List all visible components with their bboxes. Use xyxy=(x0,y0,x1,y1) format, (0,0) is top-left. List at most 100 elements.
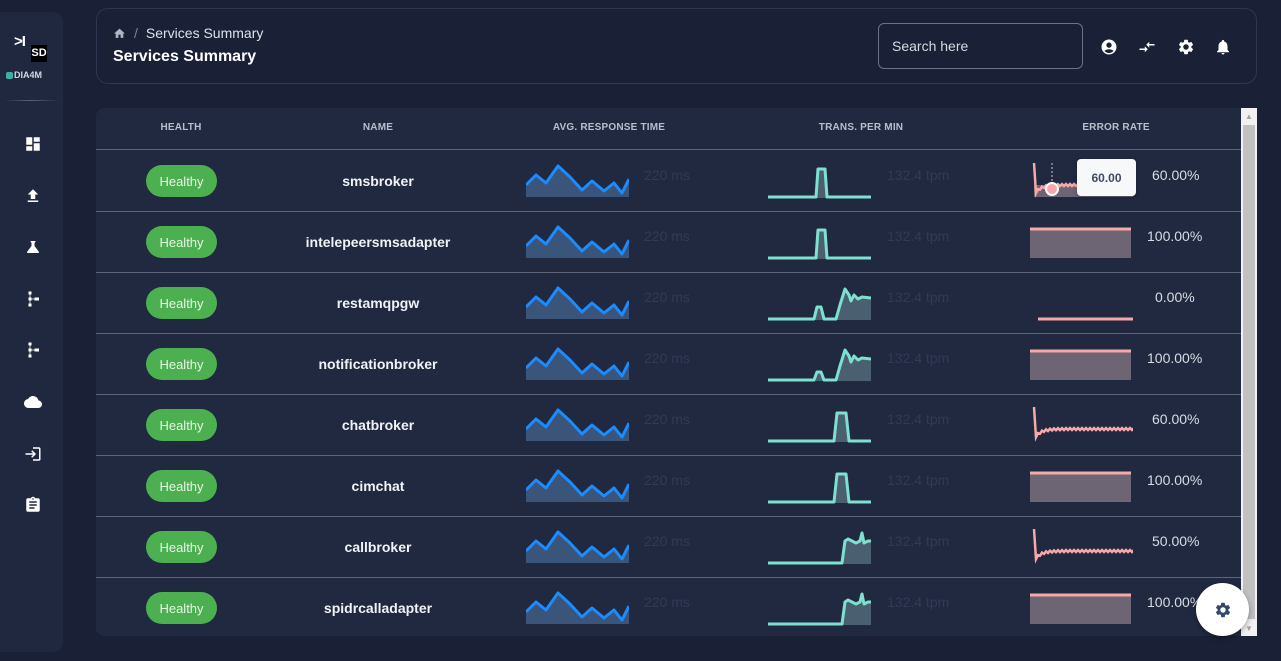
service-name[interactable]: intelepeersmsadapter xyxy=(306,234,451,250)
tpm-value: 132.4 tpm xyxy=(887,289,950,305)
response-time-sparkline xyxy=(526,530,629,563)
logo-mark: >I xyxy=(14,33,26,50)
error-rate-area xyxy=(1030,594,1131,624)
configurator-button[interactable] xyxy=(1196,583,1249,636)
home-icon[interactable] xyxy=(113,27,126,40)
clipboard-icon xyxy=(26,496,40,512)
dashboard-icon xyxy=(26,137,40,151)
column-header-tpm[interactable]: Trans. Per Min xyxy=(819,122,903,133)
scroll-up-arrow-icon[interactable]: ▲ xyxy=(1241,108,1257,124)
service-name[interactable]: notificationbroker xyxy=(318,356,437,372)
response-time-sparkline xyxy=(526,591,629,624)
tpm-line xyxy=(768,411,871,443)
column-header-response-time[interactable]: Avg. Response Time xyxy=(553,122,665,133)
tpm-sparkline xyxy=(768,348,871,382)
error-rate-sparkline xyxy=(1038,317,1133,321)
response-time-value: 220 ms xyxy=(644,289,690,305)
sidebar: >I SD DIA4M xyxy=(0,12,63,652)
login-icon xyxy=(25,447,41,461)
response-time-sparkline xyxy=(526,164,629,197)
table-row[interactable]: Healthy chatbroker 220 ms 132.4 tpm 60.00% xyxy=(96,395,1241,456)
tpm-area xyxy=(768,413,871,442)
response-time-value: 220 ms xyxy=(644,167,690,183)
sidebar-item-topology-1[interactable] xyxy=(19,285,47,313)
health-badge[interactable]: Healthy xyxy=(146,348,217,380)
tpm-sparkline xyxy=(768,228,871,260)
service-name[interactable]: callbroker xyxy=(345,539,412,555)
service-name[interactable]: spidrcalladapter xyxy=(324,600,432,616)
sidebar-item-login[interactable] xyxy=(19,440,47,468)
service-name[interactable]: chatbroker xyxy=(342,417,414,433)
response-time-sparkline xyxy=(526,225,629,258)
settings-button[interactable] xyxy=(1176,37,1196,57)
tpm-value: 132.4 tpm xyxy=(887,472,950,488)
response-time-area xyxy=(526,532,629,563)
logo-sd: SD xyxy=(31,45,47,62)
health-badge[interactable]: Healthy xyxy=(146,531,217,563)
sidebar-item-topology-2[interactable] xyxy=(19,336,47,364)
table-scrollbar[interactable]: ▲ ▼ xyxy=(1241,108,1257,636)
brand-name: DIA4M xyxy=(6,70,42,80)
response-time-value: 220 ms xyxy=(644,350,690,366)
tpm-value: 132.4 tpm xyxy=(887,167,950,183)
hierarchy-icon xyxy=(28,342,39,358)
health-badge[interactable]: Healthy xyxy=(146,470,217,502)
table-row[interactable]: Healthy smsbroker 220 ms 132.4 tpm 60.00% 60.… xyxy=(96,151,1241,212)
response-time-sparkline xyxy=(526,408,629,441)
tpm-area xyxy=(768,230,871,259)
service-name[interactable]: restamqpgw xyxy=(337,295,419,311)
tpm-area xyxy=(768,533,871,564)
health-badge[interactable]: Healthy xyxy=(146,592,217,624)
tpm-sparkline xyxy=(768,472,871,504)
table-row[interactable]: Healthy spidrcalladapter 220 ms 132.4 tpm 10… xyxy=(96,578,1241,636)
breadcrumb: / Services Summary xyxy=(113,25,263,41)
column-header-name[interactable]: Name xyxy=(363,122,393,133)
tpm-area xyxy=(768,474,871,503)
error-rate-line xyxy=(1032,407,1133,442)
health-badge[interactable]: Healthy xyxy=(146,226,217,258)
health-badge[interactable]: Healthy xyxy=(146,409,217,441)
sidebar-item-lab[interactable] xyxy=(19,233,47,261)
sidebar-item-upload[interactable] xyxy=(19,182,47,210)
error-rate-area xyxy=(1030,472,1131,502)
account-icon xyxy=(1101,39,1117,55)
compare-arrows-icon xyxy=(1139,41,1155,53)
service-name[interactable]: smsbroker xyxy=(342,173,414,189)
service-name[interactable]: cimchat xyxy=(352,478,405,494)
table-row[interactable]: Healthy restamqpgw 220 ms 132.4 tpm 0.00% xyxy=(96,273,1241,334)
tpm-sparkline xyxy=(768,411,871,443)
scroll-thumb[interactable] xyxy=(1243,125,1255,619)
table-row[interactable]: Healthy notificationbroker 220 ms 132.4 tpm… xyxy=(96,334,1241,395)
error-rate-sparkline xyxy=(1030,593,1131,624)
account-button[interactable] xyxy=(1099,37,1119,57)
error-rate-value: 0.00% xyxy=(1155,289,1195,305)
sidebar-divider xyxy=(4,100,58,101)
table-row[interactable]: Healthy cimchat 220 ms 132.4 tpm 100.00% xyxy=(96,456,1241,517)
sidebar-item-reports[interactable] xyxy=(19,491,47,519)
notifications-button[interactable] xyxy=(1213,37,1233,57)
response-time-value: 220 ms xyxy=(644,594,690,610)
error-rate-value: 60.00% xyxy=(1152,167,1200,183)
tpm-area xyxy=(768,594,871,625)
sidebar-item-dashboard[interactable] xyxy=(19,130,47,158)
error-rate-value: 60.00% xyxy=(1152,411,1200,427)
table-row[interactable]: Healthy callbroker 220 ms 132.4 tpm 50.00% xyxy=(96,517,1241,578)
response-time-area xyxy=(526,227,629,258)
compare-button[interactable] xyxy=(1137,37,1157,57)
health-badge[interactable]: Healthy xyxy=(146,165,217,197)
services-table: Health Name Avg. Response Time Trans. Pe… xyxy=(96,108,1241,636)
logo[interactable]: >I SD DIA4M xyxy=(6,20,58,90)
table-row[interactable]: Healthy intelepeersmsadapter 220 ms 132.4 t… xyxy=(96,212,1241,273)
error-rate-value: 100.00% xyxy=(1147,350,1203,366)
error-rate-sparkline xyxy=(1030,227,1131,258)
tpm-sparkline xyxy=(768,592,871,626)
brand-text: DIA4M xyxy=(14,70,43,80)
sidebar-item-cloud[interactable] xyxy=(19,388,47,416)
response-time-area xyxy=(526,349,629,380)
response-time-value: 220 ms xyxy=(644,228,690,244)
error-rate-value: 50.00% xyxy=(1152,533,1200,549)
column-header-error-rate[interactable]: Error Rate xyxy=(1082,122,1149,133)
search-input[interactable] xyxy=(878,23,1083,69)
column-header-health[interactable]: Health xyxy=(160,122,201,133)
health-badge[interactable]: Healthy xyxy=(146,287,217,319)
